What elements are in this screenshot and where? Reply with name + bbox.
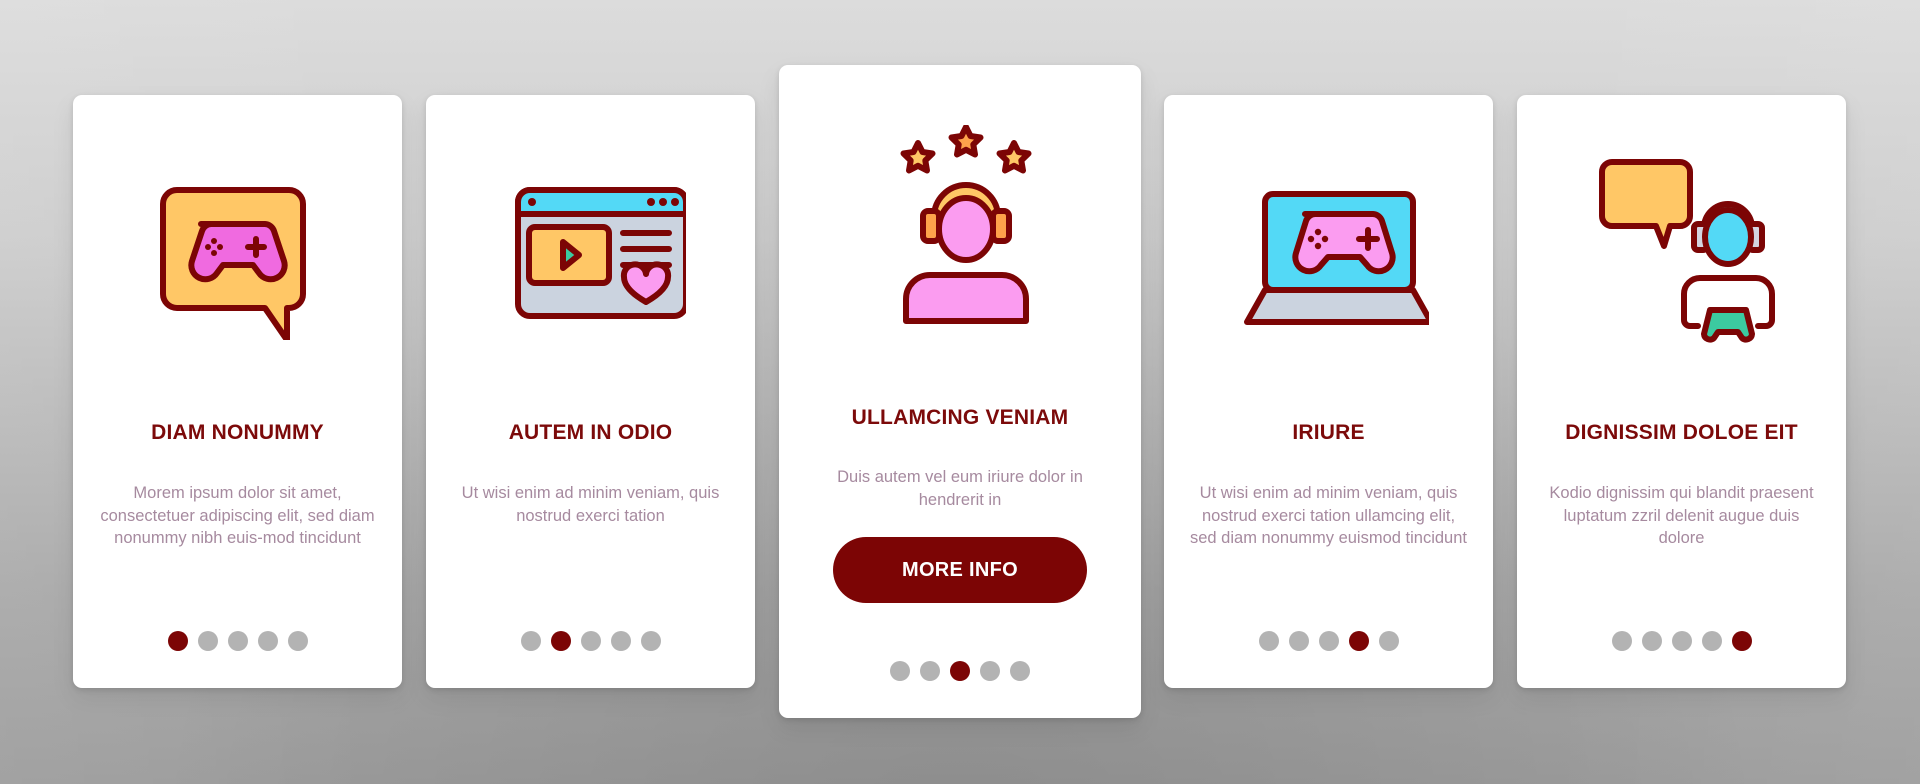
page-dot-4[interactable] (1701, 631, 1722, 651)
page-dot-3[interactable] (580, 631, 601, 651)
page-dot-5[interactable] (1010, 661, 1030, 681)
card-title: DIAM NONUMMY (151, 421, 324, 444)
gamer-chat-controller-icon (1517, 150, 1846, 343)
page-dot-1[interactable] (520, 631, 541, 651)
pagination-dots (426, 631, 755, 651)
page-dot-5[interactable] (1731, 631, 1752, 651)
pagination-dots (73, 631, 402, 651)
pagination-dots (1517, 631, 1846, 651)
pagination-dots (1164, 631, 1493, 651)
more-info-button[interactable]: MORE INFO (833, 537, 1087, 603)
onboarding-card-4: IRIURE Ut wisi enim ad minim veniam, qui… (1164, 95, 1493, 688)
page-dot-3[interactable] (1671, 631, 1692, 651)
page-dot-3[interactable] (1318, 631, 1339, 651)
page-dot-2[interactable] (550, 631, 571, 651)
card-title: AUTEM IN ODIO (508, 421, 673, 444)
laptop-gamepad-icon (1164, 150, 1493, 340)
card-title: DIGNISSIM DOLOE EIT (1565, 421, 1798, 444)
video-browser-heart-icon (426, 150, 755, 340)
page-dot-2[interactable] (197, 631, 218, 651)
onboarding-card-2: AUTEM IN ODIO Ut wisi enim ad minim veni… (426, 95, 755, 688)
page-dot-2[interactable] (1288, 631, 1309, 651)
page-dot-4[interactable] (610, 631, 631, 651)
page-dot-1[interactable] (1611, 631, 1632, 651)
page-dot-2[interactable] (920, 661, 940, 681)
page-dot-1[interactable] (167, 631, 188, 651)
card-description: Duis autem vel eum iriure dolor in hendr… (837, 468, 1083, 509)
onboarding-card-3: ULLAMCING VENIAM Duis autem vel eum iriu… (779, 65, 1141, 718)
onboarding-card-1: DIAM NONUMMY Morem ipsum dolor sit amet,… (73, 95, 402, 688)
card-description: Morem ipsum dolor sit amet, consectetuer… (100, 484, 375, 547)
card-description: Kodio dignissim qui blandit praesent lup… (1549, 484, 1814, 547)
page-dot-3[interactable] (950, 661, 970, 681)
page-dot-5[interactable] (1378, 631, 1399, 651)
page-dot-3[interactable] (227, 631, 248, 651)
card-title: IRIURE (1292, 421, 1365, 444)
card-description: Ut wisi enim ad minim veniam, quis nostr… (1190, 484, 1467, 547)
gamer-headset-stars-icon (779, 125, 1141, 325)
card-title: ULLAMCING VENIAM (851, 406, 1069, 429)
page-dot-4[interactable] (257, 631, 278, 651)
page-dot-5[interactable] (640, 631, 661, 651)
page-dot-1[interactable] (890, 661, 910, 681)
page-dot-4[interactable] (1348, 631, 1369, 651)
card-description: Ut wisi enim ad minim veniam, quis nostr… (461, 484, 720, 525)
page-dot-4[interactable] (980, 661, 1000, 681)
gamepad-chat-bubble-icon (73, 150, 402, 340)
page-dot-2[interactable] (1641, 631, 1662, 651)
page-dot-1[interactable] (1258, 631, 1279, 651)
page-dot-5[interactable] (287, 631, 308, 651)
pagination-dots (779, 661, 1141, 681)
onboarding-card-5: DIGNISSIM DOLOE EIT Kodio dignissim qui … (1517, 95, 1846, 688)
